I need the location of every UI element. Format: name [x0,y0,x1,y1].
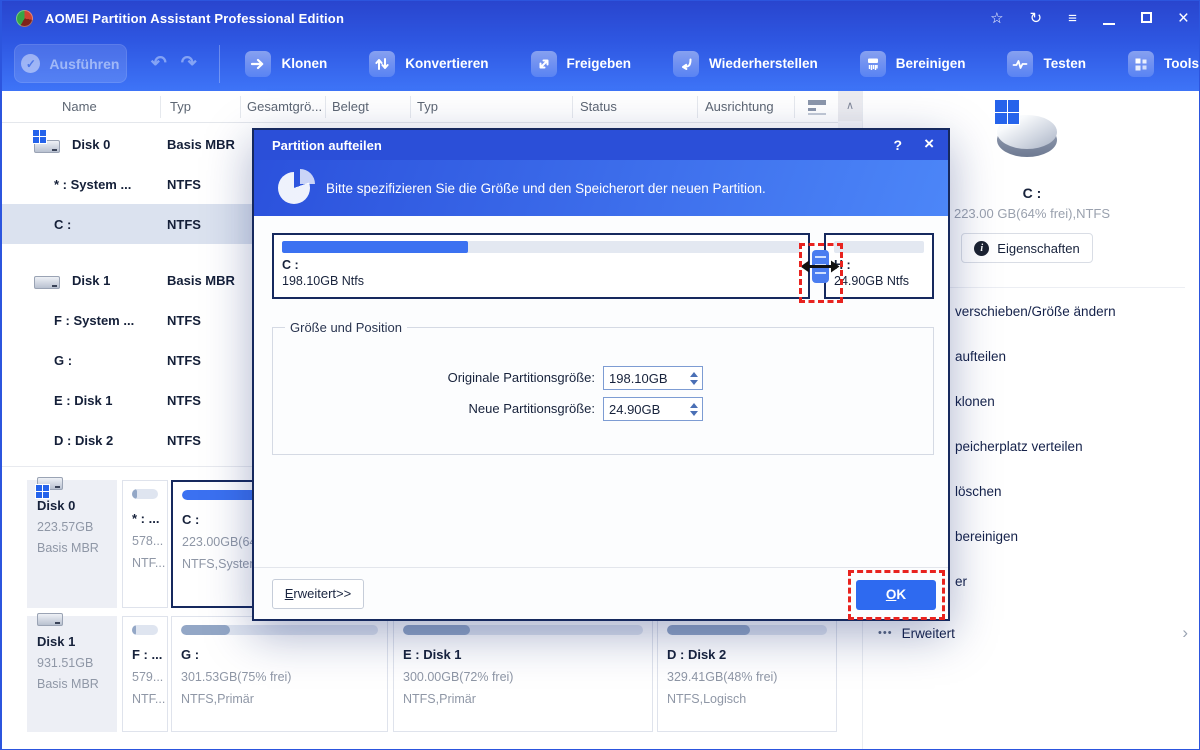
highlight-ok-annotation [848,570,945,620]
shredder-icon [859,50,886,77]
partition-block-system[interactable]: * : ... 578... NTF... [122,480,168,608]
dialog-header-band: Bitte spezifizieren Sie die Größe und de… [254,160,948,216]
check-circle-icon: ✓ [21,54,41,73]
menu-item-resize-move[interactable]: verschieben/Größe ändern [955,304,1116,319]
clone-button[interactable]: Klonen [245,50,327,77]
partition-block-e[interactable]: E : Disk 1 300.00GB(72% frei) NTFS,Primä… [393,616,653,732]
menu-item-clone[interactable]: klonen [955,394,995,409]
grid-icon [1128,50,1154,77]
spin-down-icon[interactable] [689,379,698,385]
dialog-help-button[interactable]: ? [894,137,903,154]
app-title: AOMEI Partition Assistant Professional E… [45,11,345,26]
pulse-icon [1007,50,1034,77]
advanced-button[interactable]: Erweitert>> [272,579,364,609]
minimize-button[interactable] [1102,11,1115,26]
new-size-spinner [603,397,703,421]
diagonal-arrows-icon [530,50,557,77]
dialog-titlebar: Partition aufteilen ? × [254,130,948,160]
volume-cylinder-icon [994,99,1057,157]
scrollbar-up-arrow[interactable]: ∧ [838,91,862,121]
original-size-label: Originale Partitionsgröße: [447,370,595,385]
split-partition-dialog: Partition aufteilen ? × Bitte spezifizie… [252,128,950,621]
column-header-status[interactable]: Status [580,99,617,114]
disk-icon [34,271,60,289]
favorite-star-icon[interactable]: ☆ [990,11,1003,26]
disk0-info-card[interactable]: Disk 0 223.57GB Basis MBR [27,477,117,608]
column-header-size[interactable]: Gesamtgrö... [247,99,322,114]
column-header-alignment[interactable]: Ausrichtung [705,99,774,114]
dialog-title: Partition aufteilen [272,137,382,153]
windows-grid-icon [994,99,1020,125]
convert-arrows-icon [369,50,396,77]
original-size-input[interactable] [604,367,685,389]
info-icon: i [974,240,990,256]
column-header-typ[interactable]: Typ [170,99,191,114]
menu-item-wipe[interactable]: bereinigen [955,529,1018,544]
disk1-info-card[interactable]: Disk 1 931.51GB Basis MBR [27,613,117,732]
system-disk-icon [32,129,60,153]
dialog-footer-divider [254,567,948,568]
new-size-input[interactable] [604,398,685,420]
column-header-used[interactable]: Belegt [332,99,369,114]
properties-button[interactable]: i Eigenschaften [961,233,1093,263]
restore-arrow-icon [673,50,700,77]
menu-item-partial[interactable]: er [955,574,967,589]
ellipsis-icon: ••• [878,627,893,639]
app-window: AOMEI Partition Assistant Professional E… [0,0,1200,750]
tools-button[interactable]: Tools [1128,50,1199,77]
partition-size-widget: C : 198.10GB Ntfs H : 24.90GB Ntfs [272,233,934,303]
execute-button[interactable]: ✓ Ausführen [14,44,127,83]
menu-hamburger-icon[interactable]: ≡ [1068,11,1077,26]
clone-arrow-icon [245,50,272,77]
undo-button[interactable]: ↶ [151,52,167,75]
wipe-button[interactable]: Bereinigen [859,50,965,77]
title-bar: AOMEI Partition Assistant Professional E… [2,1,1199,36]
column-settings-icon[interactable] [808,100,826,115]
dialog-close-button[interactable]: × [924,134,934,154]
app-logo-icon [16,10,33,27]
size-position-group: Größe und Position Originale Partitionsg… [272,320,934,455]
partition-segment-c: C : 198.10GB Ntfs [272,233,810,299]
top-bar: AOMEI Partition Assistant Professional E… [2,1,1199,91]
pie-chart-icon [278,169,315,206]
new-size-label: Neue Partitionsgröße: [468,401,595,416]
partition-block-g[interactable]: G : 301.53GB(75% frei) NTFS,Primär [171,616,388,732]
dialog-message: Bitte spezifizieren Sie die Größe und de… [326,181,766,196]
column-header-name[interactable]: Name [62,99,97,114]
redo-button[interactable]: ↷ [181,52,197,75]
toolbar: ✓ Ausführen ↶ ↷ Klonen Konvertieren Frei… [2,36,1199,91]
update-sync-icon[interactable]: ↻ [1030,11,1043,26]
spin-up-icon[interactable] [689,402,698,408]
convert-button[interactable]: Konvertieren [369,50,489,77]
toolbar-separator [218,44,220,83]
restore-button[interactable]: Wiederherstellen [673,50,818,77]
table-header: Name Typ Gesamtgrö... Belegt Typ Status … [2,91,862,123]
partition-block-d[interactable]: D : Disk 2 329.41GB(48% frei) NTFS,Logis… [657,616,837,732]
share-button[interactable]: Freigeben [530,50,631,77]
menu-item-split[interactable]: aufteilen [955,349,1006,364]
group-title: Größe und Position [285,320,408,335]
spin-down-icon[interactable] [689,410,698,416]
close-button[interactable]: × [1178,9,1189,28]
spin-up-icon[interactable] [689,371,698,377]
menu-item-delete[interactable]: löschen [955,484,1002,499]
original-size-spinner [603,366,703,390]
menu-item-allocate[interactable]: peicherplatz verteilen [955,439,1083,454]
menu-item-advanced[interactable]: ••• Erweitert › [878,618,1188,648]
partition-block-f[interactable]: F : ... 579... NTF... [122,616,168,732]
highlight-handle-annotation [799,243,843,303]
column-header-fs[interactable]: Typ [417,99,438,114]
chevron-right-icon: › [1182,623,1188,642]
test-button[interactable]: Testen [1007,50,1086,77]
disk1-overview-row: Disk 1 931.51GB Basis MBR F : ... 579...… [2,613,862,732]
maximize-button[interactable] [1140,11,1152,26]
